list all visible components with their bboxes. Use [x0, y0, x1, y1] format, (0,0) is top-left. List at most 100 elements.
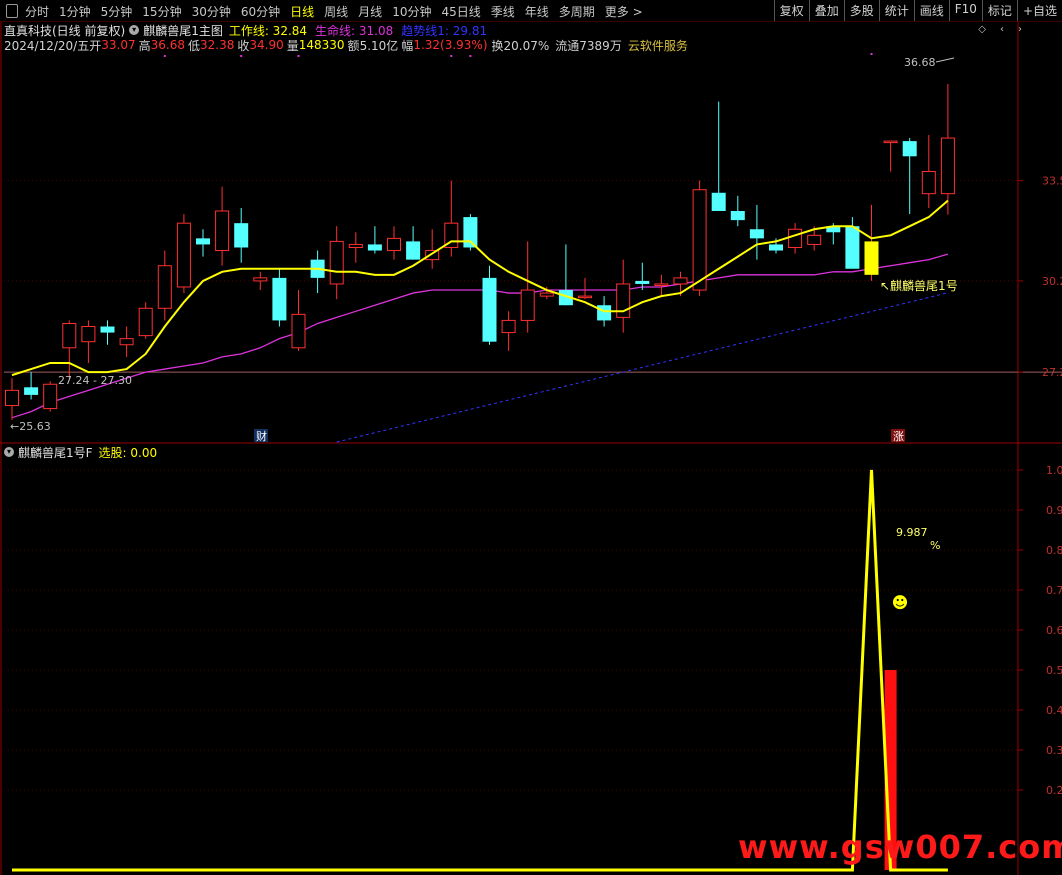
candle-body	[635, 280, 650, 284]
candle-body	[749, 229, 764, 239]
candle	[119, 326, 134, 357]
sub-y-tick-label: 0.3	[1046, 744, 1062, 757]
marker-dot	[450, 55, 453, 57]
candle	[788, 223, 803, 254]
candle-body	[711, 192, 726, 212]
watermark-text: www.gsw007.com	[738, 828, 1062, 866]
candle	[176, 214, 191, 294]
candle-body	[539, 292, 554, 297]
marker-dot	[240, 55, 243, 57]
candle-body	[157, 265, 172, 309]
high-price-label: 36.68	[904, 56, 936, 69]
candle	[196, 229, 210, 257]
candle-body	[387, 237, 401, 252]
candle-body	[24, 387, 39, 395]
candle-body	[253, 277, 268, 282]
candle	[501, 311, 516, 351]
candle-body	[329, 240, 344, 285]
candle-body	[845, 226, 860, 269]
candle-body	[730, 211, 745, 221]
marker-dot	[870, 53, 873, 55]
candle	[520, 241, 535, 333]
low-price-label: ←25.63	[10, 420, 51, 433]
candle-body	[348, 243, 363, 248]
sub-y-tick-label: 0.2	[1046, 784, 1062, 797]
sub-y-tick-label: 0.5	[1046, 664, 1062, 677]
marker-dot	[297, 55, 300, 57]
candle	[425, 229, 440, 269]
candle-body	[692, 189, 707, 291]
candle	[730, 195, 745, 227]
candle	[272, 268, 287, 327]
y-tick-label: 27.2	[1042, 366, 1062, 379]
candle-body	[5, 389, 19, 407]
candle-body	[81, 326, 96, 343]
candle-body	[807, 234, 822, 245]
candle	[635, 262, 650, 291]
candle	[100, 320, 115, 345]
candle	[157, 250, 172, 321]
candle	[845, 217, 860, 269]
candle	[215, 186, 230, 266]
candle-body	[673, 277, 688, 285]
candle	[654, 274, 669, 297]
candle-body	[788, 228, 803, 248]
candle	[367, 226, 382, 254]
candle	[482, 265, 497, 345]
candle-body	[138, 307, 153, 337]
candle-body	[921, 170, 936, 195]
candle-body	[119, 338, 134, 346]
candle	[711, 101, 726, 212]
candle-body	[196, 238, 210, 245]
candle-body	[501, 319, 516, 334]
y-tick-label: 33.5	[1042, 175, 1062, 188]
candle-body	[100, 326, 115, 333]
candle-body	[176, 222, 191, 288]
marker-dot	[163, 55, 166, 57]
candle	[387, 226, 401, 260]
sub-y-tick-label: 0.7	[1046, 584, 1062, 597]
candle-body	[940, 137, 955, 195]
candle	[43, 381, 58, 412]
rise-tag: 涨	[893, 430, 904, 443]
candle-body	[463, 217, 478, 248]
candle	[5, 378, 19, 420]
candle-body	[902, 141, 917, 157]
candle-body	[425, 250, 440, 261]
candle	[348, 232, 363, 263]
candle-body	[406, 241, 421, 260]
candle	[329, 226, 344, 300]
candle-body	[769, 244, 783, 251]
high-price-pointer	[935, 57, 955, 63]
candle-body	[578, 295, 592, 299]
candle-body	[272, 277, 287, 321]
marker-dot	[469, 55, 472, 57]
signal-candle-body	[864, 241, 879, 275]
candle	[616, 259, 631, 333]
candle-body	[883, 140, 898, 144]
candle-body	[616, 283, 631, 318]
candle-body	[482, 277, 497, 342]
candle-body	[597, 305, 612, 321]
sub-value-label: 9.987	[896, 526, 928, 539]
range-label: 27.24 - 27.30	[58, 374, 132, 387]
candle	[62, 320, 77, 379]
candle-body	[367, 244, 382, 251]
candle	[864, 204, 879, 281]
candle	[234, 207, 249, 263]
chart-canvas[interactable]: 27.2 30.2 33.5 36.68 ←25.63 27.24 - 27.30 ↖麒麟兽…	[0, 0, 1062, 875]
sub-y-tick-label: 0.4	[1046, 704, 1062, 717]
trend-line	[336, 292, 949, 443]
candle-body	[234, 223, 249, 248]
candle	[902, 138, 917, 215]
fin-tag: 财	[256, 429, 267, 443]
candle	[940, 83, 955, 215]
smiley-icon: ☻	[892, 593, 909, 612]
candle	[310, 250, 325, 294]
candle	[749, 204, 764, 260]
sub-y-tick-label: 1.0	[1046, 464, 1062, 477]
candle	[81, 320, 96, 363]
candle	[406, 226, 421, 260]
candle-body	[215, 210, 230, 252]
candle	[921, 135, 936, 208]
